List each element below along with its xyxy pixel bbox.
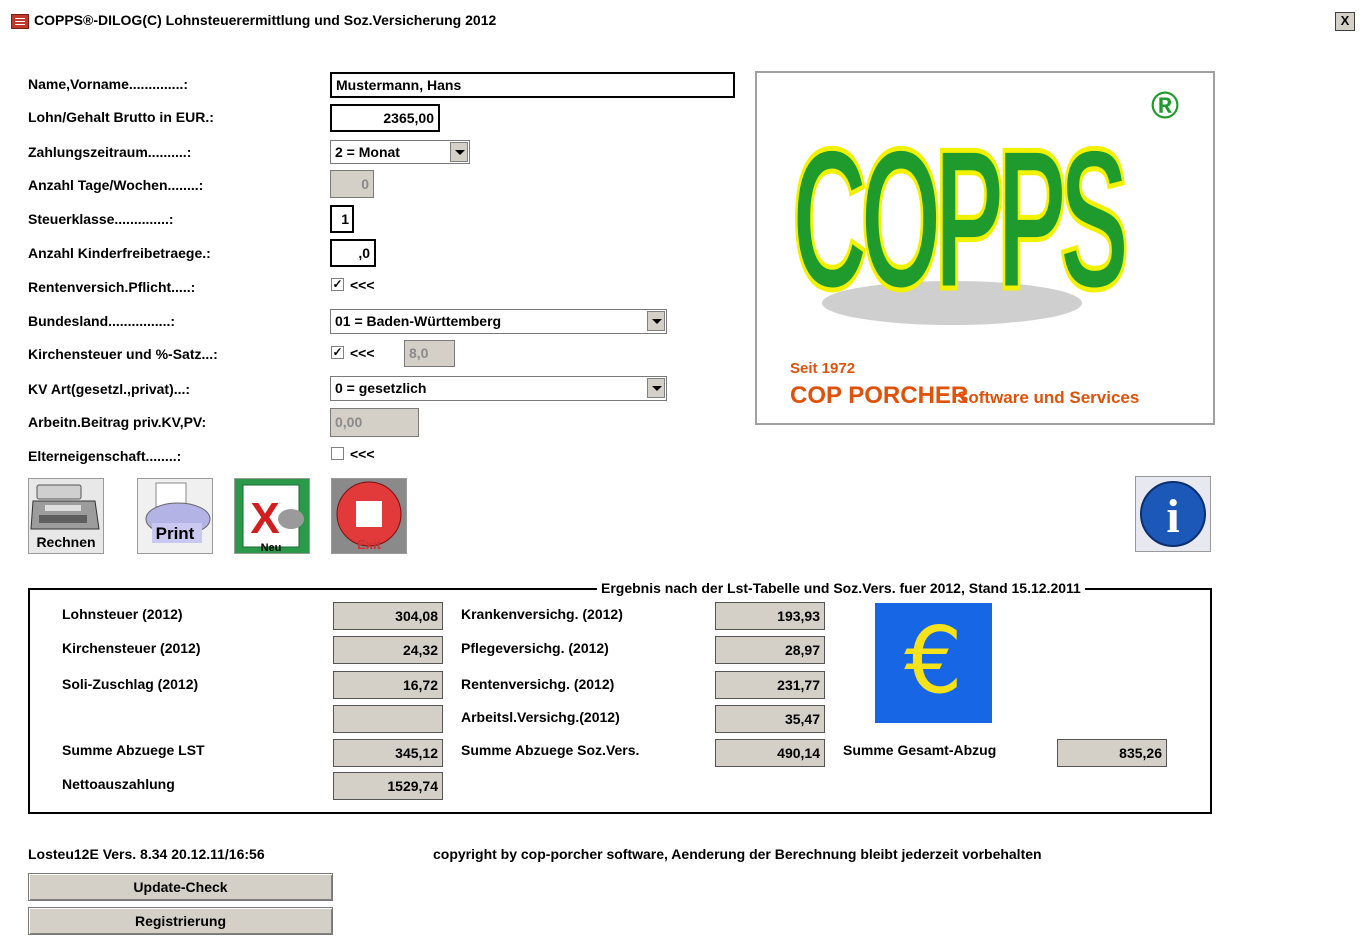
brutto-input[interactable]: 2365,00 xyxy=(330,104,440,132)
kinder-input[interactable]: ,0 xyxy=(330,239,376,267)
chevron-down-icon[interactable] xyxy=(647,378,665,398)
euro-icon: € xyxy=(875,603,992,723)
close-button[interactable]: X xyxy=(1335,12,1355,31)
info-button[interactable]: i xyxy=(1135,476,1211,552)
pflege-label: Pflegeversichg. (2012) xyxy=(461,640,609,656)
logo-company-bold: COP PORCHER xyxy=(790,382,968,409)
kv-select[interactable]: 0 = gesetzlich xyxy=(330,376,667,401)
kirchen-satz-input[interactable]: 8,0 xyxy=(404,340,455,367)
print-label: Print xyxy=(156,524,195,543)
rentenv-value: 231,77 xyxy=(715,671,825,699)
kv-label: KV Art(gesetzl.,privat)...: xyxy=(28,381,191,397)
stop-icon: Exit xyxy=(336,481,402,552)
info-label: i xyxy=(1166,490,1179,543)
arbeitn-input[interactable]: 0,00 xyxy=(330,408,419,437)
summe-sv-value: 490,14 xyxy=(715,739,825,767)
brutto-label: Lohn/Gehalt Brutto in EUR.: xyxy=(28,109,214,125)
printer-icon: Print xyxy=(145,482,211,543)
chevron-down-icon[interactable] xyxy=(450,142,468,162)
app-menu-icon[interactable] xyxy=(11,14,29,29)
kranken-label: Krankenversichg. (2012) xyxy=(461,606,623,622)
kirchen-hint: <<< xyxy=(350,345,375,361)
netto-label: Nettoauszahlung xyxy=(62,776,175,792)
renten-checkbox[interactable]: ✓ xyxy=(331,278,344,291)
renten-hint: <<< xyxy=(350,277,375,293)
eltern-hint: <<< xyxy=(350,446,375,462)
print-button[interactable]: Print xyxy=(137,478,213,554)
soli-label: Soli-Zuschlag (2012) xyxy=(62,676,199,692)
kirchensteuer-value: 24,32 xyxy=(333,636,443,664)
netto-value: 1529,74 xyxy=(333,772,443,800)
arbeitn-label: Arbeitn.Beitrag priv.KV,PV: xyxy=(28,414,207,430)
renten-label: Rentenversich.Pflicht.....: xyxy=(28,279,196,295)
summe-sv-label: Summe Abzuege Soz.Vers. xyxy=(461,742,640,758)
eltern-checkbox[interactable] xyxy=(331,447,344,460)
kranken-value: 193,93 xyxy=(715,602,825,630)
steuerklasse-input[interactable]: 1 xyxy=(330,205,354,233)
bundesland-select[interactable]: 01 = Baden-Württemberg xyxy=(330,309,667,334)
gesamt-label: Summe Gesamt-Abzug xyxy=(843,742,997,758)
calculator-icon: Rechnen xyxy=(30,484,100,550)
pflege-value: 28,97 xyxy=(715,636,825,664)
bundesland-label: Bundesland................: xyxy=(28,313,176,329)
copps-logo: COPPS ® Seit 1972 COP PORCHER Software u… xyxy=(755,71,1215,425)
empty-value xyxy=(333,705,443,733)
info-icon: i xyxy=(1140,481,1206,547)
rechnen-button[interactable]: Rechnen xyxy=(28,478,104,554)
result-legend: Ergebnis nach der Lst-Tabelle und Soz.Ve… xyxy=(597,580,1085,596)
steuerklasse-label: Steuerklasse..............: xyxy=(28,211,174,227)
tage-label: Anzahl Tage/Wochen........: xyxy=(28,177,204,193)
summe-lst-label: Summe Abzuege LST xyxy=(62,742,205,758)
lohnsteuer-value: 304,08 xyxy=(333,602,443,630)
svg-text:X: X xyxy=(250,494,279,543)
name-label: Name,Vorname..............: xyxy=(28,76,189,92)
lohnsteuer-label: Lohnsteuer (2012) xyxy=(62,606,183,622)
logo-brand: COPPS xyxy=(792,108,1125,331)
exit-button[interactable]: Exit xyxy=(331,478,407,554)
logo-company-rest: Software und Services xyxy=(957,388,1139,407)
window-title: COPPS®-DILOG(C) Lohnsteuerermittlung und… xyxy=(34,12,497,28)
euro-symbol: € xyxy=(904,607,963,714)
zeitraum-value: 2 = Monat xyxy=(335,144,400,160)
logo-registered: ® xyxy=(1151,85,1179,127)
copps-logo-graphic: COPPS ® Seit 1972 COP PORCHER Software u… xyxy=(790,85,1180,409)
copyright-text: copyright by cop-porcher software, Aende… xyxy=(433,846,1042,862)
neu-button[interactable]: X Neu xyxy=(234,478,310,554)
registrierung-button[interactable]: Registrierung xyxy=(28,907,333,935)
new-document-icon: X Neu xyxy=(242,484,304,554)
eltern-label: Elterneigenschaft........: xyxy=(28,448,182,464)
title-bar: COPPS®-DILOG(C) Lohnsteuerermittlung und… xyxy=(0,0,1367,46)
zeitraum-select[interactable]: 2 = Monat xyxy=(330,140,470,164)
kinder-label: Anzahl Kinderfreibetraege.: xyxy=(28,245,211,261)
arbeitsl-value: 35,47 xyxy=(715,705,825,733)
summe-lst-value: 345,12 xyxy=(333,739,443,767)
gesamt-value: 835,26 xyxy=(1057,739,1167,767)
kirchen-label: Kirchensteuer und %-Satz...: xyxy=(28,346,218,362)
rechnen-label: Rechnen xyxy=(36,534,95,550)
soli-value: 16,72 xyxy=(333,671,443,699)
exit-label: Exit xyxy=(357,537,382,552)
neu-label: Neu xyxy=(261,542,282,553)
bundesland-value: 01 = Baden-Württemberg xyxy=(335,313,502,329)
arbeitsl-label: Arbeitsl.Versichg.(2012) xyxy=(461,709,620,725)
zeitraum-label: Zahlungszeitraum..........: xyxy=(28,144,192,160)
rentenv-label: Rentenversichg. (2012) xyxy=(461,676,615,692)
update-check-button[interactable]: Update-Check xyxy=(28,873,333,901)
chevron-down-icon[interactable] xyxy=(647,311,665,331)
name-input[interactable]: Mustermann, Hans xyxy=(330,72,735,98)
version-text: Losteu12E Vers. 8.34 20.12.11/16:56 xyxy=(28,846,265,862)
kirchensteuer-label: Kirchensteuer (2012) xyxy=(62,640,201,656)
kirchen-checkbox[interactable]: ✓ xyxy=(331,346,344,359)
kv-value: 0 = gesetzlich xyxy=(335,380,427,396)
logo-since: Seit 1972 xyxy=(790,360,855,377)
tage-input[interactable]: 0 xyxy=(330,170,374,198)
